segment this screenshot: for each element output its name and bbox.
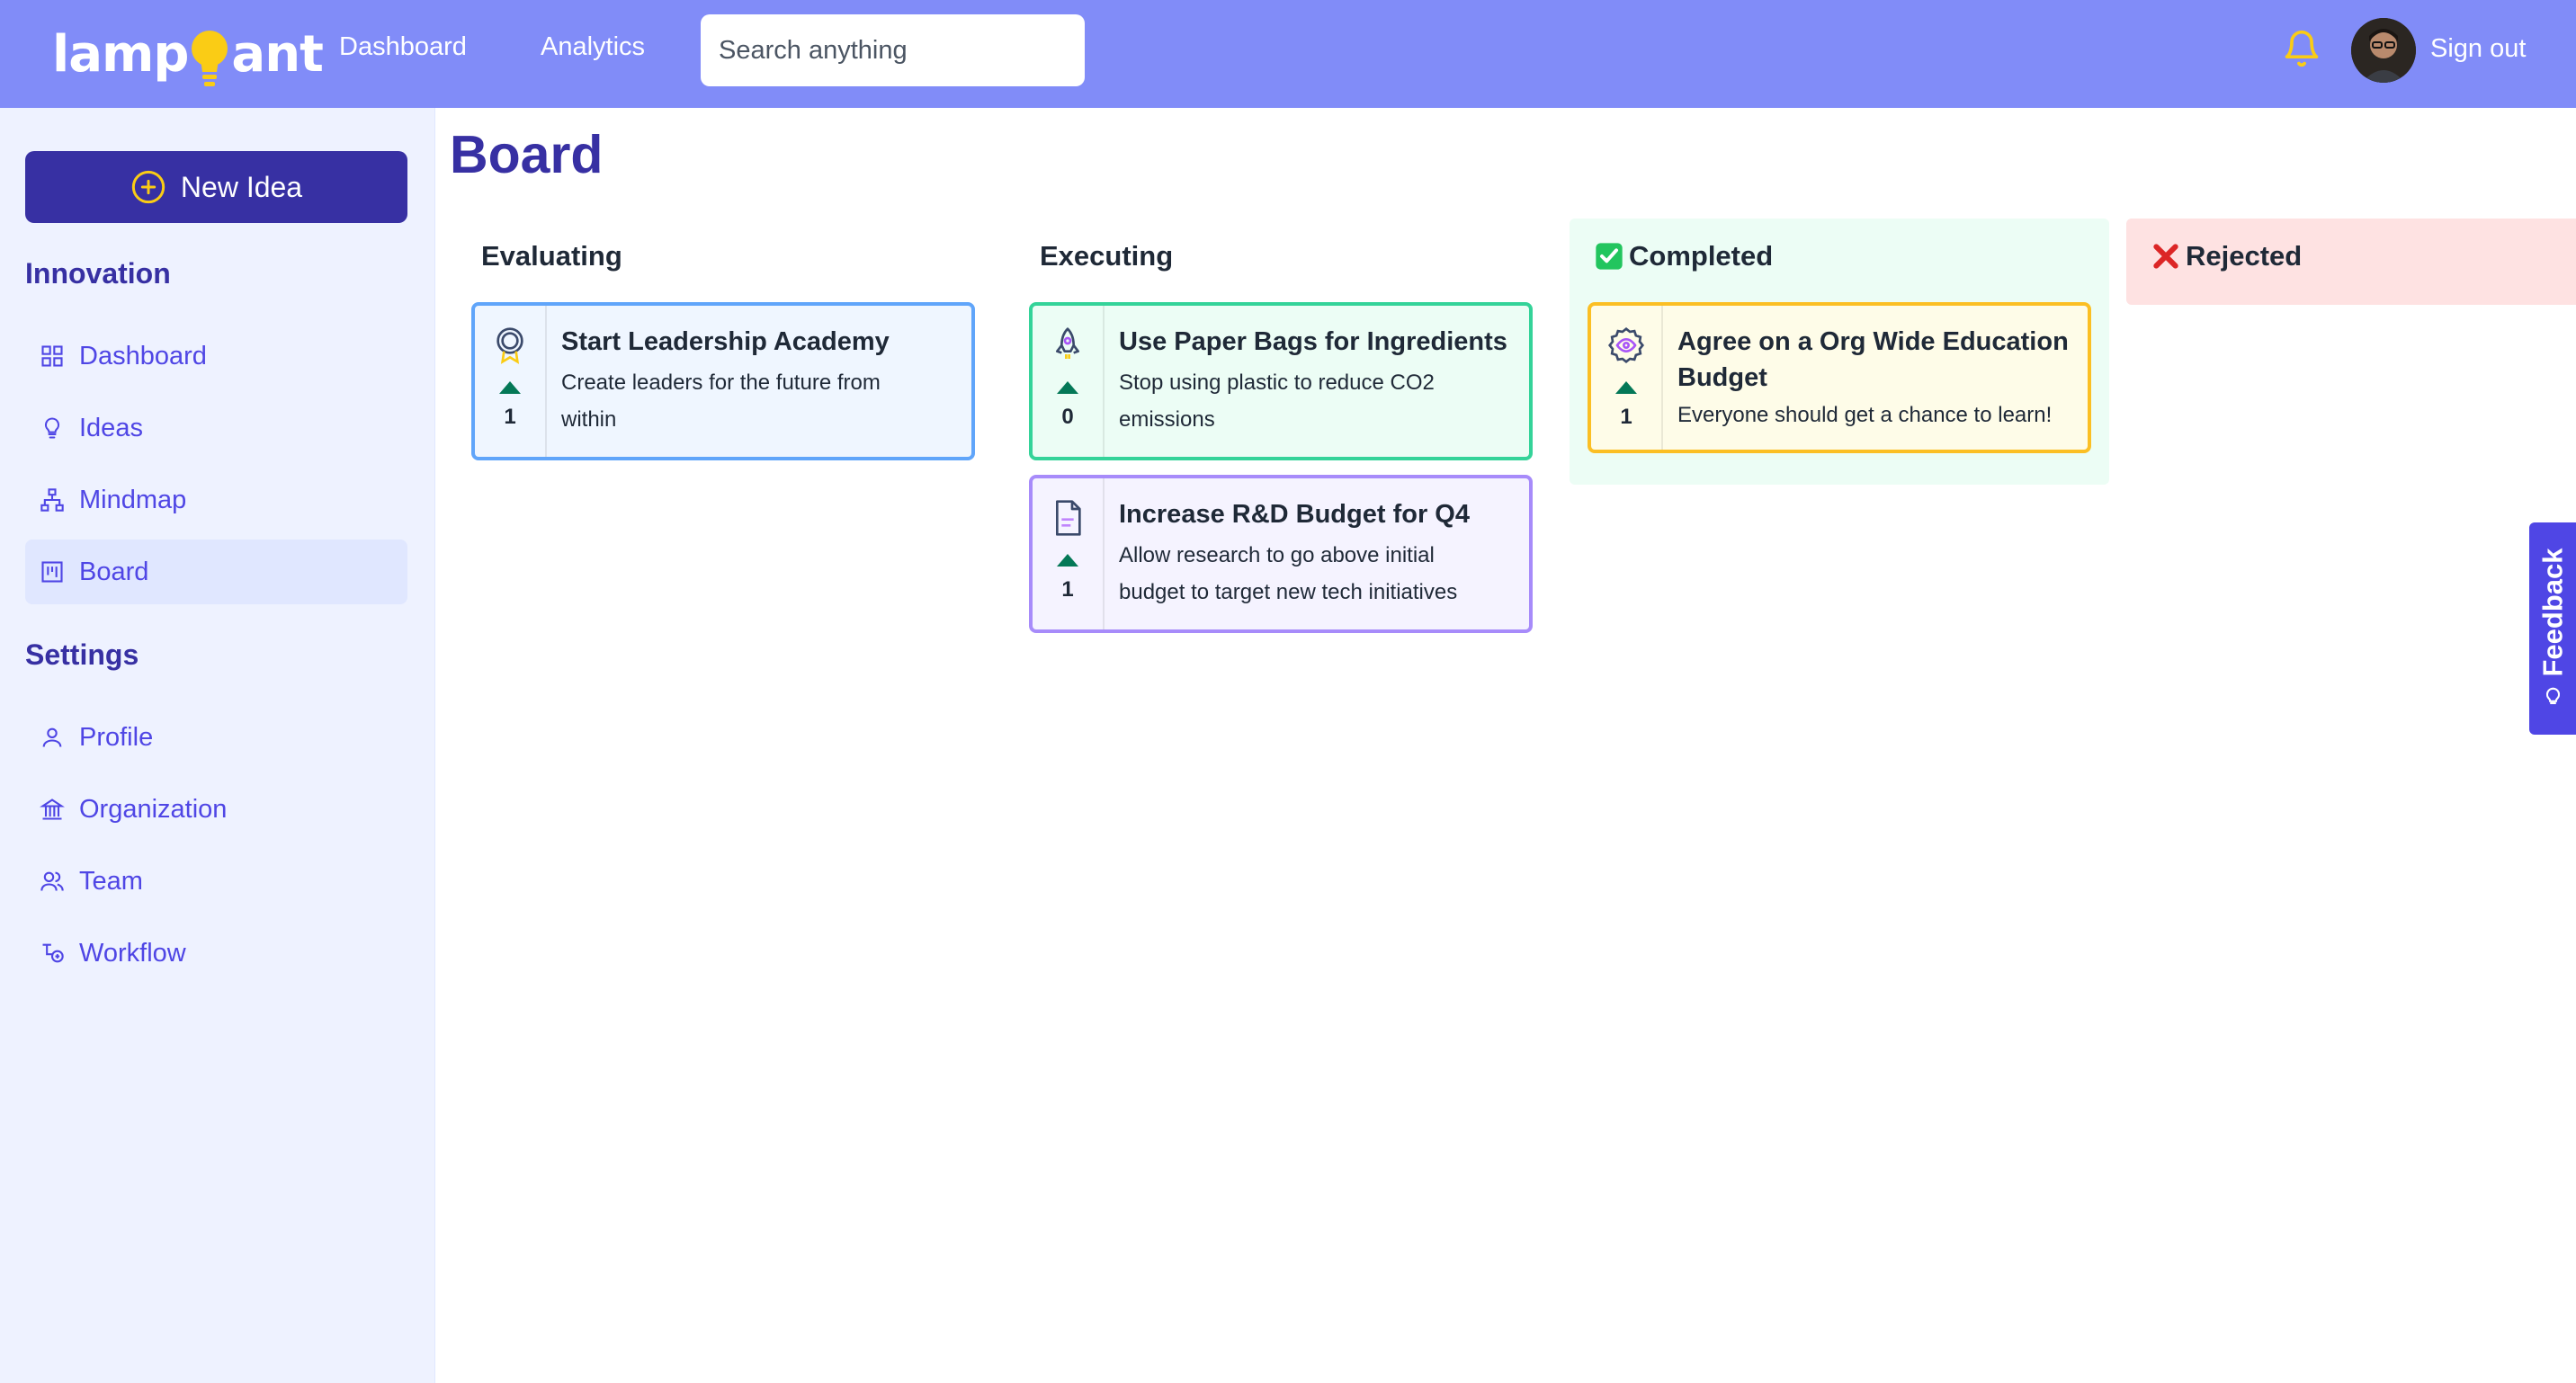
grid-icon <box>41 345 63 367</box>
sidebar-item-label: Mindmap <box>79 485 187 514</box>
award-icon <box>496 327 523 364</box>
avatar[interactable] <box>2351 18 2416 83</box>
building-icon <box>40 799 65 820</box>
card-title: Use Paper Bags for Ingredients <box>1119 327 1507 356</box>
lightbulb-icon <box>44 417 60 439</box>
nav-dashboard-link[interactable]: Dashboard <box>339 32 467 62</box>
upvote-arrow-icon[interactable] <box>499 381 521 394</box>
lampant-logo[interactable]: lamp ant <box>52 18 324 90</box>
card-description: Stop using plastic to reduce CO2 emissio… <box>1119 370 1435 432</box>
search-input[interactable] <box>701 14 1085 86</box>
feedback-tab[interactable]: Feedback <box>2529 522 2576 735</box>
sidebar-item-label: Board <box>79 557 149 586</box>
column-title: Rejected <box>2151 240 2302 272</box>
kanban-icon <box>41 561 63 583</box>
top-navigation-bar: lamp ant Dashboard Analytics Sign out <box>0 0 2576 108</box>
column-title: Executing <box>1040 240 1174 272</box>
upvote-arrow-icon[interactable] <box>1057 554 1078 567</box>
vote-count: 1 <box>1620 405 1632 429</box>
user-icon <box>42 727 62 747</box>
nav-analytics-link[interactable]: Analytics <box>541 32 645 62</box>
new-idea-button[interactable]: New Idea <box>25 151 407 223</box>
column-evaluating: Evaluating 1 Start Leadership Academy Cr… <box>471 219 997 488</box>
workflow-icon <box>42 943 64 963</box>
rocket-icon <box>1056 327 1079 359</box>
vote-count: 1 <box>504 405 516 429</box>
document-icon <box>1056 500 1081 536</box>
sidebar-item-label: Team <box>79 866 143 896</box>
sign-out-link[interactable]: Sign out <box>2430 34 2526 64</box>
page-title: Board <box>450 125 604 184</box>
column-title: Completed <box>1595 240 1773 272</box>
card-title: Increase R&D Budget for Q4 <box>1119 500 1470 529</box>
sidebar-item-board[interactable]: Board <box>25 540 407 604</box>
bell-icon[interactable] <box>2282 27 2321 70</box>
idea-card[interactable]: 1 Increase R&D Budget for Q4 Allow resea… <box>1029 475 1533 633</box>
sidebar-item-label: Organization <box>79 794 228 824</box>
vote-count: 0 <box>1061 405 1074 429</box>
column-executing: Executing 0 Use Paper Bags for Ingredien… <box>1029 219 1554 650</box>
sidebar-item-organization[interactable]: Organization <box>25 777 407 842</box>
idea-card[interactable]: 0 Use Paper Bags for Ingredients Stop us… <box>1029 302 1533 460</box>
card-description: Allow research to go above initial budge… <box>1119 543 1458 604</box>
card-title: Agree on a Org Wide Education Budget <box>1677 327 2069 392</box>
vote-count: 1 <box>1061 577 1074 602</box>
sidebar-item-mindmap[interactable]: Mindmap <box>25 468 407 532</box>
upvote-arrow-icon[interactable] <box>1615 381 1637 394</box>
idea-card[interactable]: 1 Start Leadership Academy Create leader… <box>471 302 975 460</box>
column-title: Evaluating <box>481 240 622 272</box>
card-description: Everyone should get a chance to learn! <box>1677 403 2053 427</box>
sidebar-item-workflow[interactable]: Workflow <box>25 921 407 986</box>
sidebar-item-dashboard[interactable]: Dashboard <box>25 324 407 388</box>
hierarchy-icon <box>40 488 64 512</box>
users-icon <box>40 871 64 891</box>
innovation-section-title: Innovation <box>25 257 171 290</box>
sidebar-item-label: Dashboard <box>79 341 207 370</box>
feedback-label: Feedback <box>2536 548 2569 677</box>
sidebar: New Idea Innovation Dashboard Ideas Mind… <box>0 108 435 1383</box>
new-idea-label: New Idea <box>180 170 303 203</box>
settings-section-title: Settings <box>25 638 139 671</box>
sidebar-item-label: Ideas <box>79 413 143 442</box>
lightbulb-icon <box>2545 687 2560 705</box>
cross-mark-icon <box>2153 244 2178 269</box>
sidebar-item-label: Workflow <box>79 938 186 968</box>
upvote-arrow-icon[interactable] <box>1057 381 1078 394</box>
column-completed: Completed 1 Agree on a Org Wide Educatio… <box>1570 219 2109 485</box>
plus-circle-icon <box>131 170 165 204</box>
eye-badge-icon <box>1608 326 1644 364</box>
card-title: Start Leadership Academy <box>561 327 890 356</box>
sidebar-item-label: Profile <box>79 722 154 752</box>
sidebar-item-ideas[interactable]: Ideas <box>25 396 407 460</box>
logo-text-right: ant <box>231 24 323 84</box>
column-rejected: Rejected <box>2126 219 2576 305</box>
card-description: Create leaders for the future from withi… <box>561 370 881 432</box>
idea-card[interactable]: 1 Agree on a Org Wide Education Budget E… <box>1588 302 2091 453</box>
lightbulb-logo-icon <box>192 31 228 86</box>
sidebar-item-team[interactable]: Team <box>25 849 407 914</box>
check-mark-icon <box>1596 243 1623 270</box>
logo-text-left: lamp <box>52 24 189 84</box>
sidebar-item-profile[interactable]: Profile <box>25 705 407 770</box>
